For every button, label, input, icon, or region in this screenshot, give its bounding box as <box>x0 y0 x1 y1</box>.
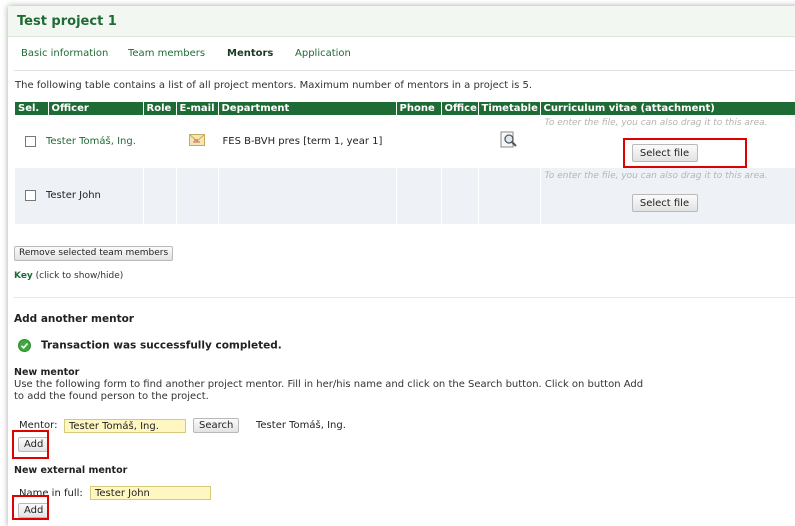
success-text: Transaction was successfully completed. <box>41 339 282 352</box>
header-phone: Phone <box>396 102 442 115</box>
page-title: Test project 1 <box>17 14 117 29</box>
timetable-cell <box>478 115 541 168</box>
officer-link[interactable]: Tester Tomáš, Ing. <box>46 136 136 147</box>
email-cell <box>176 168 219 224</box>
cv-cell[interactable]: To enter the file, you can also drag it … <box>540 168 795 224</box>
cv-drop-hint: To enter the file, you can also drag it … <box>544 118 768 128</box>
add-external-mentor-button[interactable]: Add <box>18 503 50 518</box>
envelope-icon[interactable] <box>189 134 205 146</box>
success-message: Transaction was successfully completed. <box>18 339 282 352</box>
new-mentor-heading: New mentor <box>14 367 80 378</box>
row-select-checkbox[interactable] <box>25 135 36 147</box>
header-department: Department <box>218 102 397 115</box>
select-file-button[interactable]: Select file <box>631 194 698 212</box>
search-button[interactable]: Search <box>193 418 240 433</box>
tab-basic-information[interactable]: Basic information <box>21 48 108 59</box>
office-cell <box>441 115 479 168</box>
phone-cell <box>396 168 442 224</box>
section-divider <box>14 297 795 298</box>
header-cv: Curriculum vitae (attachment) <box>540 102 795 115</box>
title-bar: Test project 1 <box>8 6 795 37</box>
magnifier-document-icon[interactable] <box>500 131 518 149</box>
mentor-search-input[interactable]: Tester Tomáš, Ing. <box>64 419 186 433</box>
check-circle-icon <box>18 339 31 352</box>
timetable-cell <box>478 168 541 224</box>
role-cell <box>143 168 177 224</box>
tab-team-members[interactable]: Team members <box>128 48 205 59</box>
header-role: Role <box>143 102 177 115</box>
table-row: Tester John To enter the file, you can a… <box>15 168 795 224</box>
email-cell <box>176 115 219 168</box>
header-officer: Officer <box>48 102 144 115</box>
project-panel: Test project 1 Basic information Team me… <box>8 6 795 526</box>
table-row: Tester Tomáš, Ing. FES B-BVH pres [term … <box>15 115 795 168</box>
officer-cell: Tester John <box>15 168 144 224</box>
external-name-label: Name in full: <box>19 488 83 499</box>
role-cell <box>143 115 177 168</box>
tab-application[interactable]: Application <box>295 48 351 59</box>
add-mentor-heading: Add another mentor <box>14 313 134 325</box>
add-mentor-button[interactable]: Add <box>18 437 50 452</box>
cv-cell[interactable]: To enter the file, you can also drag it … <box>540 115 795 168</box>
key-hint: (click to show/hide) <box>35 271 124 281</box>
mentor-field-label: Mentor: <box>19 420 58 431</box>
officer-cell: Tester Tomáš, Ing. <box>15 115 144 168</box>
header-timetable: Timetable <box>478 102 541 115</box>
office-cell <box>441 168 479 224</box>
intro-text: The following table contains a list of a… <box>15 80 533 91</box>
new-external-mentor-heading: New external mentor <box>14 465 128 476</box>
header-sel: Sel. <box>15 102 49 115</box>
tab-mentors[interactable]: Mentors <box>227 48 273 59</box>
external-name-input[interactable]: Tester John <box>90 486 211 500</box>
remove-selected-button[interactable]: Remove selected team members <box>14 246 174 261</box>
found-mentor-name: Tester Tomáš, Ing. <box>256 420 346 431</box>
select-file-button[interactable]: Select file <box>631 144 698 162</box>
row-select-checkbox[interactable] <box>25 190 36 202</box>
officer-name: Tester John <box>46 190 101 202</box>
tabs-divider <box>14 70 795 71</box>
cv-drop-hint: To enter the file, you can also drag it … <box>544 171 768 181</box>
new-mentor-description: Use the following form to find another p… <box>14 379 644 402</box>
header-office: Office <box>441 102 479 115</box>
department-cell: FES B-BVH pres [term 1, year 1] <box>218 115 397 168</box>
mentors-table: Sel. Officer Role E-mail Department Phon… <box>15 102 795 224</box>
key-toggle[interactable]: Key (click to show/hide) <box>14 271 123 281</box>
department-cell <box>218 168 397 224</box>
header-email: E-mail <box>176 102 219 115</box>
key-label[interactable]: Key <box>14 271 33 281</box>
phone-cell <box>396 115 442 168</box>
